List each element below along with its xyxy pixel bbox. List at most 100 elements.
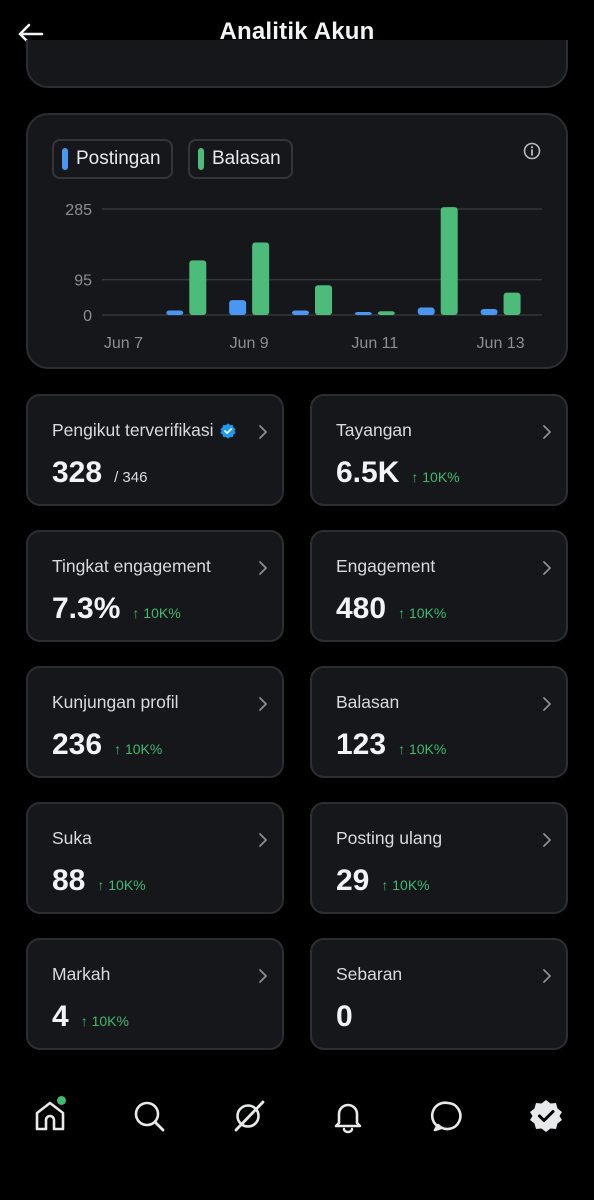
grok-icon [234, 1100, 265, 1132]
stat-change: ↑ 10K% [398, 605, 447, 621]
stat-label-text: Posting ulang [336, 828, 443, 848]
stat-card[interactable]: Suka 88 ↑ 10K% [26, 802, 284, 914]
stat-row: 29 ↑ 10K% [336, 864, 430, 898]
stat-change: ↑ 10K% [132, 605, 181, 621]
bar-balasan-jun-10[interactable] [315, 285, 332, 315]
bar-postingan-jun-13[interactable] [480, 309, 498, 315]
bar-balasan-jun-12[interactable] [440, 207, 458, 315]
bar-postingan-jun-8[interactable] [166, 310, 184, 315]
stat-value: 328 [52, 456, 103, 489]
stat-card[interactable]: Posting ulang 29 ↑ 10K% [310, 802, 568, 914]
stat-card[interactable]: Tayangan 6.5K ↑ 10K% [310, 394, 568, 506]
stat-label: Pengikut terverifikasi [52, 420, 237, 441]
nav-messages[interactable] [424, 1092, 472, 1140]
stat-card[interactable]: Balasan 123 ↑ 10K% [310, 666, 568, 778]
nav-search[interactable] [125, 1092, 173, 1140]
stat-card[interactable]: Markah 4 ↑ 10K% [26, 938, 284, 1050]
stat-card[interactable]: Sebaran 0 [310, 938, 568, 1050]
bar-postingan-jun-9[interactable] [229, 300, 247, 315]
chevron-right-icon [543, 425, 551, 439]
chart-card: 285 95 0 Jun 7 Jun 9 Jun 11 Jun 13 Postingan B… [26, 113, 568, 369]
stat-label-text: Markah [52, 964, 111, 984]
bottom-nav [0, 1070, 594, 1200]
legend-swatch-postingan [62, 148, 68, 170]
nav-home[interactable] [26, 1092, 74, 1140]
stat-card[interactable]: Engagement 480 ↑ 10K% [310, 530, 568, 642]
legend-swatch-balasan [198, 148, 204, 170]
stat-label: Posting ulang [336, 828, 442, 849]
chevron-right-icon [543, 833, 551, 847]
notification-dot [57, 1096, 66, 1105]
stat-row: 88 ↑ 10K% [52, 864, 146, 898]
stat-label-text: Sebaran [336, 964, 403, 984]
legend-balasan[interactable]: Balasan [188, 139, 293, 179]
legend-label: Balasan [212, 148, 281, 169]
verified-badge-icon [220, 422, 237, 439]
stat-change: ↑ 10K% [411, 469, 460, 485]
chevron-right-icon [259, 833, 267, 847]
stat-value: 7.3% [52, 592, 121, 625]
search-icon [134, 1101, 165, 1132]
bar-postingan-jun-11[interactable] [354, 312, 372, 315]
stat-row: 4 ↑ 10K% [52, 1000, 129, 1034]
stat-label-text: Suka [52, 828, 92, 848]
messages-icon [430, 1101, 462, 1132]
chevron-right-icon [259, 561, 267, 575]
stat-label: Suka [52, 828, 92, 849]
stat-row: 480 ↑ 10K% [336, 592, 446, 626]
chevron-right-icon [543, 969, 551, 983]
stat-change: ↑ 10K% [381, 877, 430, 893]
stat-label: Tingkat engagement [52, 556, 211, 577]
nav-verified[interactable] [522, 1092, 570, 1140]
stat-value: 29 [336, 864, 370, 897]
stat-row: 328 / 346 [52, 456, 147, 490]
stat-value: 6.5K [336, 456, 400, 489]
legend-postingan[interactable]: Postingan [52, 139, 173, 179]
stat-change: ↑ 10K% [80, 1013, 129, 1029]
x-tick-label: Jun 13 [477, 335, 525, 352]
previous-card [26, 40, 568, 88]
stat-row: 7.3% ↑ 10K% [52, 592, 181, 626]
chevron-right-icon [259, 969, 267, 983]
stat-label: Engagement [336, 556, 435, 577]
bar-postingan-jun-10[interactable] [292, 310, 309, 315]
bar-balasan-jun-9[interactable] [252, 242, 270, 315]
x-tick-label: Jun 7 [104, 335, 143, 352]
stat-value: 4 [52, 1000, 69, 1033]
stat-total: / 346 [114, 469, 148, 486]
stat-row: 6.5K ↑ 10K% [336, 456, 460, 490]
chevron-right-icon [543, 697, 551, 711]
stat-label-text: Tingkat engagement [52, 556, 211, 576]
chevron-right-icon [259, 697, 267, 711]
stat-card[interactable]: Pengikut terverifikasi 328 / 346 [26, 394, 284, 506]
stat-label-text: Tayangan [336, 420, 412, 440]
stat-change: ↑ 10K% [398, 741, 447, 757]
stat-label: Sebaran [336, 964, 402, 985]
nav-notifications[interactable] [324, 1092, 372, 1140]
stat-card[interactable]: Tingkat engagement 7.3% ↑ 10K% [26, 530, 284, 642]
bar-balasan-jun-11[interactable] [377, 311, 395, 315]
stat-row: 0 [336, 1000, 353, 1034]
stat-label-text: Engagement [336, 556, 436, 576]
stat-value: 123 [336, 728, 387, 761]
stat-label-text: Balasan [336, 692, 400, 712]
stat-label: Markah [52, 964, 110, 985]
x-tick-label: Jun 11 [351, 335, 398, 352]
stat-change: ↑ 10K% [114, 741, 163, 757]
bar-balasan-jun-8[interactable] [189, 260, 207, 315]
nav-grok[interactable] [225, 1092, 273, 1140]
stat-label: Tayangan [336, 420, 412, 441]
stat-label: Balasan [336, 692, 399, 713]
bar-postingan-jun-12[interactable] [417, 307, 435, 315]
y-tick-label: 95 [74, 273, 92, 290]
stat-value: 88 [52, 864, 86, 897]
stat-label-text: Kunjungan profil [52, 692, 179, 712]
info-icon[interactable] [522, 141, 542, 161]
stat-value: 0 [336, 1000, 353, 1033]
bell-icon [334, 1103, 362, 1134]
bar-balasan-jun-13[interactable] [503, 292, 521, 315]
stat-row: 123 ↑ 10K% [336, 728, 446, 762]
legend-label: Postingan [76, 148, 161, 169]
stat-card[interactable]: Kunjungan profil 236 ↑ 10K% [26, 666, 284, 778]
stat-value: 480 [336, 592, 387, 625]
